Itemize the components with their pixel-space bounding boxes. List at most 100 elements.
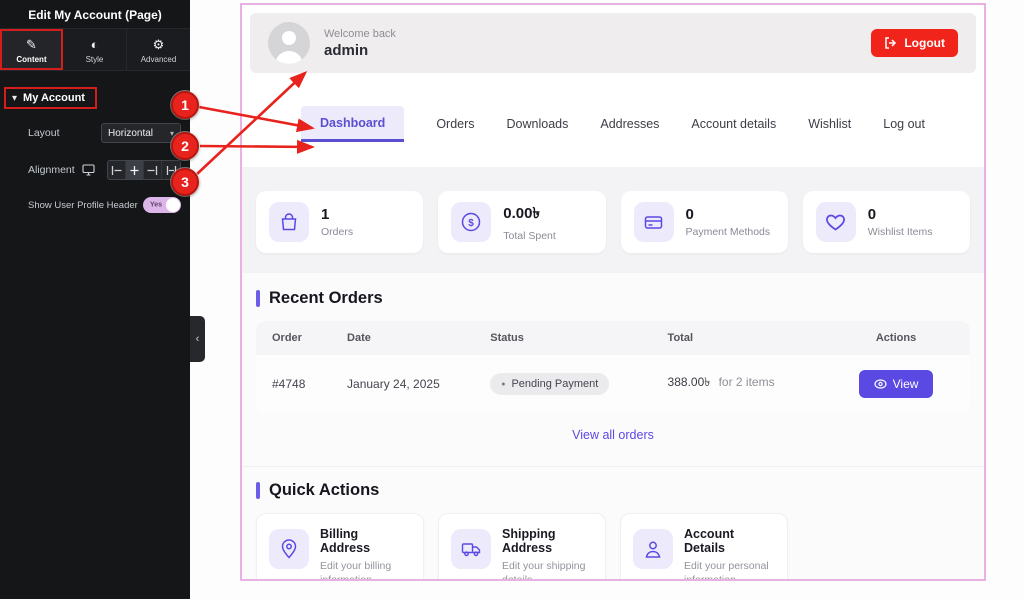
col-order: Order [272, 332, 347, 344]
alignment-button-group [107, 160, 181, 180]
table-row: #4748 January 24, 2025 ● Pending Payment… [256, 355, 970, 413]
quick-card-shipping[interactable]: Shipping Address Edit your shipping deta… [438, 513, 606, 581]
col-date: Date [347, 332, 490, 344]
order-date: January 24, 2025 [347, 377, 490, 391]
alignment-control-row: Alignment [0, 160, 190, 180]
toggle-value: Yes [150, 202, 162, 209]
credit-card-icon [634, 202, 674, 242]
editor-canvas: Welcome back admin Logout Dashboard Orde… [190, 0, 1024, 599]
section-label: My Account [23, 92, 85, 104]
stat-value: 0.00৳ [503, 202, 556, 227]
col-status: Status [490, 332, 667, 344]
quick-card-billing[interactable]: Billing Address Edit your billing inform… [256, 513, 424, 581]
gear-icon: ⚙ [129, 36, 188, 53]
col-actions: Actions [838, 332, 954, 344]
stat-card-total-spent[interactable]: $ 0.00৳ Total Spent [438, 191, 605, 253]
orders-table: Order Date Status Total Actions #4748 Ja… [256, 321, 970, 413]
eye-icon [874, 379, 887, 389]
account-nav: Dashboard Orders Downloads Addresses Acc… [242, 81, 984, 167]
welcome-back-text: Welcome back [324, 28, 396, 40]
quick-actions-section: Quick Actions Billing Address Edit your … [242, 466, 984, 581]
my-account-widget[interactable]: Welcome back admin Logout Dashboard Orde… [240, 3, 986, 581]
align-left-button[interactable] [108, 161, 126, 179]
panel-tab-bar: ✎ Content ◐ Style ⚙ Advanced [0, 28, 190, 71]
status-badge: ● Pending Payment [490, 373, 609, 395]
view-button-label: View [893, 377, 919, 391]
orders-table-header: Order Date Status Total Actions [256, 321, 970, 355]
user-profile-header: Welcome back admin Logout [250, 13, 976, 73]
quick-card-account[interactable]: Account Details Edit your personal infor… [620, 513, 788, 581]
align-center-button[interactable] [126, 161, 144, 179]
tab-advanced-label: Advanced [129, 55, 188, 64]
nav-tab-orders[interactable]: Orders [436, 107, 474, 141]
order-total: 388.00৳ [668, 375, 711, 389]
nav-tab-logout[interactable]: Log out [883, 107, 925, 141]
heading-accent-bar [256, 290, 260, 307]
username-text: admin [324, 42, 396, 59]
annotation-step-2: 2 [171, 132, 199, 160]
elementor-panel: Edit My Account (Page) ✎ Content ◐ Style… [0, 0, 190, 599]
logout-button[interactable]: Logout [871, 29, 958, 57]
stats-row: 1 Orders $ 0.00৳ Total Spent [242, 167, 984, 273]
stat-value: 0 [686, 206, 771, 223]
stat-card-wishlist[interactable]: 0 Wishlist Items [803, 191, 970, 253]
quick-actions-heading: Quick Actions [269, 481, 379, 500]
stat-card-payment-methods[interactable]: 0 Payment Methods [621, 191, 788, 253]
quick-card-title: Billing Address [320, 527, 411, 555]
status-text: Pending Payment [511, 378, 598, 390]
recent-orders-section: Recent Orders Order Date Status Total Ac… [242, 273, 984, 458]
annotation-step-3: 3 [171, 168, 199, 196]
layout-control-row: Layout Horizontal ▾ [0, 123, 190, 143]
avatar [268, 22, 310, 64]
tab-advanced[interactable]: ⚙ Advanced [127, 29, 190, 70]
quick-card-desc: Edit your shipping details [502, 559, 593, 581]
nav-tab-dashboard[interactable]: Dashboard [301, 106, 404, 142]
recent-orders-heading: Recent Orders [269, 289, 383, 308]
dashboard-content: 1 Orders $ 0.00৳ Total Spent [242, 167, 984, 581]
heading-accent-bar [256, 482, 260, 499]
show-header-toggle[interactable]: Yes [143, 197, 181, 213]
stat-label: Payment Methods [686, 226, 771, 238]
stat-value: 0 [868, 206, 933, 223]
desktop-icon [82, 164, 95, 176]
layout-label: Layout [28, 127, 60, 139]
stat-card-orders[interactable]: 1 Orders [256, 191, 423, 253]
shopping-bag-icon [269, 202, 309, 242]
layout-select[interactable]: Horizontal ▾ [101, 123, 181, 143]
logout-label: Logout [904, 36, 945, 50]
layout-select-value: Horizontal [108, 128, 153, 139]
align-right-button[interactable] [144, 161, 162, 179]
status-dot-icon: ● [501, 381, 505, 388]
truck-icon [451, 529, 491, 569]
caret-down-icon: ▾ [12, 93, 17, 104]
quick-card-desc: Edit your billing information [320, 559, 411, 581]
nav-tab-account-details[interactable]: Account details [691, 107, 776, 141]
nav-tab-addresses[interactable]: Addresses [600, 107, 659, 141]
nav-tab-wishlist[interactable]: Wishlist [808, 107, 851, 141]
svg-text:$: $ [468, 218, 474, 229]
tab-style-label: Style [65, 55, 124, 64]
tab-style[interactable]: ◐ Style [63, 29, 127, 70]
stat-label: Wishlist Items [868, 226, 933, 238]
user-icon [633, 529, 673, 569]
view-all-orders-link[interactable]: View all orders [572, 428, 654, 442]
chevron-left-icon: ‹ [196, 333, 200, 345]
show-header-control-row: Show User Profile Header Yes [0, 197, 190, 213]
view-order-button[interactable]: View [859, 370, 934, 398]
order-total-note: for 2 items [719, 375, 775, 389]
pencil-icon: ✎ [2, 36, 61, 53]
section-my-account[interactable]: ▾ My Account [4, 87, 97, 109]
half-circle-icon: ◐ [65, 36, 124, 53]
dollar-circle-icon: $ [451, 202, 491, 242]
toggle-knob [166, 198, 180, 212]
my-account-section-row: ▾ My Account [4, 87, 190, 109]
tab-content[interactable]: ✎ Content [0, 29, 63, 70]
stat-label: Total Spent [503, 230, 556, 242]
heart-icon [816, 202, 856, 242]
quick-card-title: Account Details [684, 527, 775, 555]
nav-tab-downloads[interactable]: Downloads [507, 107, 569, 141]
stat-label: Orders [321, 226, 353, 238]
collapse-panel-handle[interactable]: ‹ [190, 316, 205, 362]
tab-content-label: Content [2, 55, 61, 64]
map-pin-icon [269, 529, 309, 569]
